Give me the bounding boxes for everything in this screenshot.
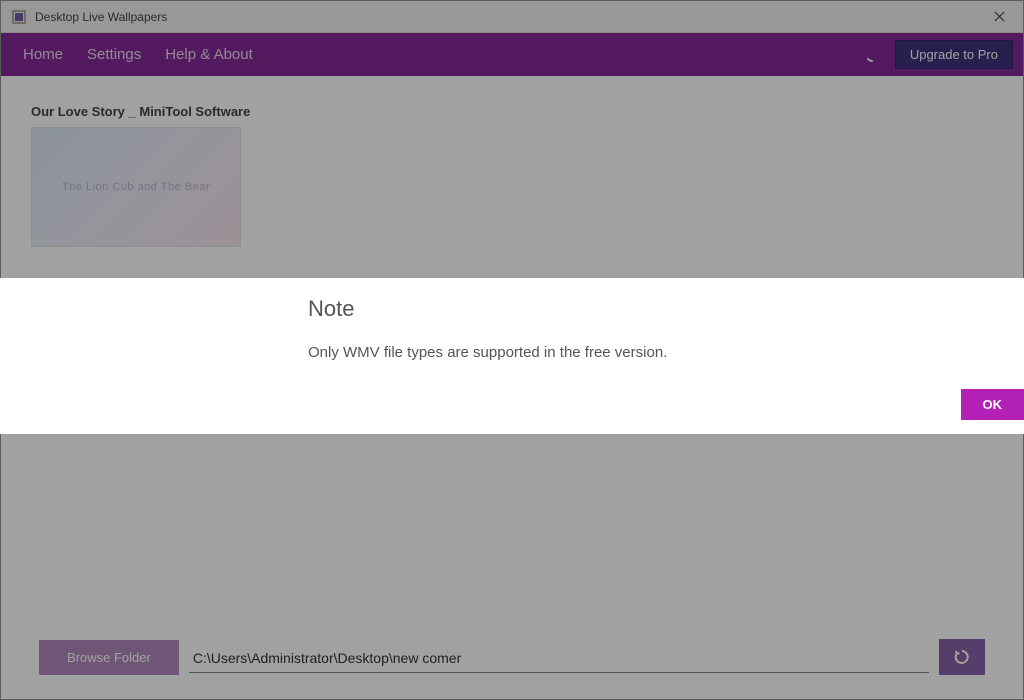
note-dialog: Note Only WMV file types are supported i… bbox=[0, 278, 1024, 434]
dialog-message: Only WMV file types are supported in the… bbox=[308, 344, 1024, 361]
ok-button[interactable]: OK bbox=[961, 389, 1024, 420]
dialog-title: Note bbox=[308, 296, 1024, 322]
